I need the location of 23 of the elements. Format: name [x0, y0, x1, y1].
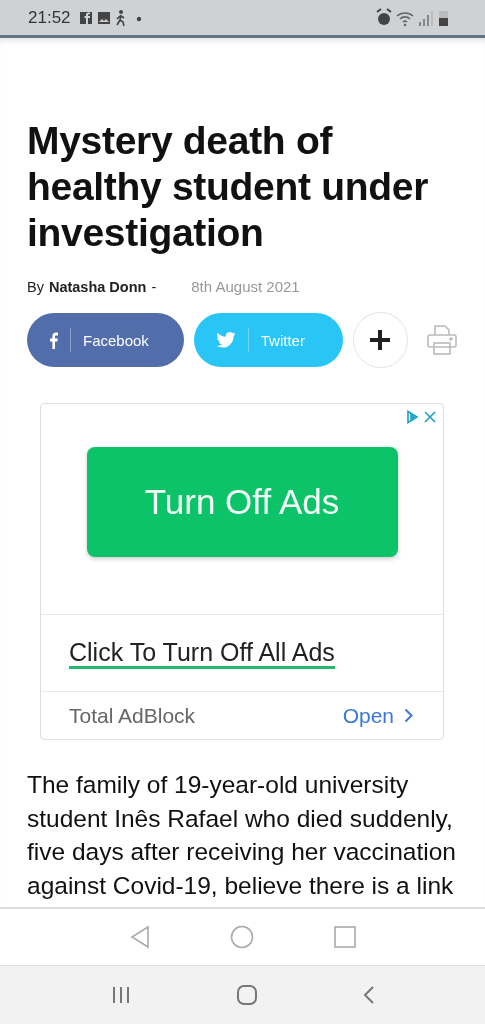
article-paragraph: The family of 19-year-old university student Inês Rafael who died suddenly, five days after receiving her vaccination against Covid-19, believe there is a link — [27, 770, 457, 901]
back-icon[interactable] — [129, 925, 150, 949]
overview-icon[interactable] — [333, 926, 356, 948]
advertiser-name: Total AdBlock — [69, 703, 196, 728]
ad-choices-close-icon[interactable] — [405, 410, 437, 424]
ad-headline-link[interactable]: Click To Turn Off All Ads — [69, 637, 335, 669]
byline-separator: - — [151, 278, 157, 295]
home-icon[interactable] — [229, 925, 254, 949]
open-button[interactable]: Open — [342, 703, 413, 728]
status-time: 21:52 — [28, 7, 71, 28]
publish-date: 8th August 2021 — [191, 278, 300, 295]
article-title: Mystery death of healthy student under investigation — [27, 118, 430, 256]
author-link[interactable]: Natasha Donn — [48, 278, 147, 295]
bird-icon — [215, 332, 236, 348]
back-icon[interactable] — [362, 985, 375, 1005]
facebook-share-button[interactable]: Facebook — [27, 313, 184, 367]
plus-icon — [370, 330, 391, 350]
chevron-right-icon — [404, 708, 413, 723]
home-icon[interactable] — [235, 984, 258, 1006]
byline-prefix: By — [27, 278, 44, 295]
printer-icon — [426, 324, 458, 356]
recent-apps-icon[interactable] — [110, 986, 131, 1004]
f-letter-icon — [49, 331, 58, 349]
